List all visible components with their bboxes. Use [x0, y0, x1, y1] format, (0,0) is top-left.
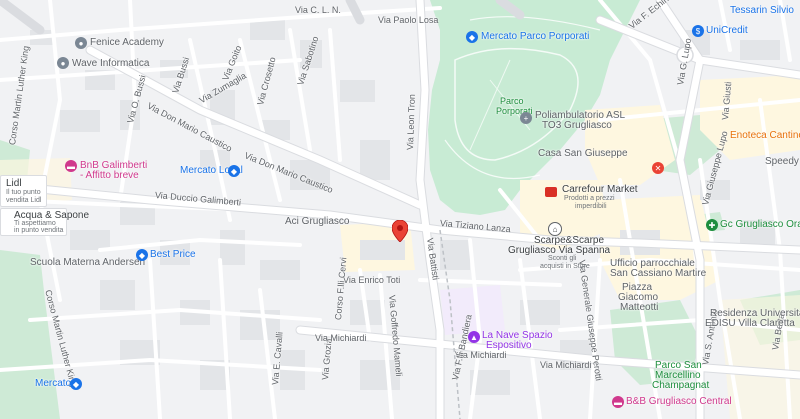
poi-unicredit[interactable]: UniCredit [706, 25, 748, 36]
street-label-leon-tron: Via Leon Tron [405, 93, 417, 151]
lidl-subtitle-2: vendita Lidl [6, 197, 42, 204]
poi-parco-marcellino-3[interactable]: Champagnat [652, 380, 709, 391]
poi-ufficio-2[interactable]: San Cassiano Martire [610, 268, 706, 279]
bed-icon[interactable]: ▬ [612, 396, 624, 408]
bank-icon[interactable]: $ [692, 25, 704, 37]
poi-tessarin[interactable]: Tessarin Silvio [730, 5, 794, 16]
carrefour-store-icon[interactable] [545, 187, 557, 197]
acqua-subtitle-2: in punto vendita [14, 227, 64, 234]
poi-poliambulatorio-2[interactable]: TO3 Grugliasco [542, 120, 612, 131]
poi-scuola-andersen[interactable]: Scuola Materna Andersen [30, 257, 145, 268]
poi-casa-san-giuseppe[interactable]: Casa San Giuseppe [538, 148, 628, 159]
cart-icon[interactable]: ◆ [228, 165, 240, 177]
street-label-michiardi-3: Via Michiardi [540, 360, 592, 370]
bed-icon[interactable]: ▬ [65, 160, 77, 172]
poi-mercato-bottom[interactable]: Mercato [35, 378, 71, 389]
museum-icon[interactable]: ▲ [468, 331, 480, 343]
shoe-store-icon[interactable]: ⌂ [548, 222, 562, 236]
street-label-enrico-toti: Via Enrico Toti [343, 275, 401, 285]
location-pin-icon[interactable] [392, 220, 408, 242]
poi-bnb-galimberti-2[interactable]: - Affitto breve [80, 170, 139, 181]
acqua-subtitle-1: Ti aspettiamo [14, 220, 56, 227]
scarpe-subtitle-1: Sconti gli [548, 255, 577, 262]
poi-wave-informatica[interactable]: Wave Informatica [72, 58, 149, 69]
scarpe-subtitle-2: acquisti in Store [540, 263, 590, 270]
street-label-via-cln: Via C. L. N. [295, 5, 341, 15]
restaurant-icon[interactable]: ✕ [652, 162, 664, 174]
poi-residenza-2[interactable]: EDISU Villa Claretta [705, 318, 795, 329]
street-label-michiardi-1: Via Michiardi [315, 333, 367, 343]
hospital-icon[interactable]: + [520, 112, 532, 124]
map-canvas[interactable]: Via C. L. N. Via Paolo Losa Via F. Echin… [0, 0, 800, 419]
street-label-via-paolo-losa: Via Paolo Losa [378, 15, 439, 25]
poi-gc-oratorio[interactable]: Gc Grugliasco Oratorio [720, 219, 800, 230]
poi-carrefour[interactable]: Carrefour Market [562, 184, 638, 195]
poi-speedy[interactable]: Speedy Bu [765, 156, 800, 167]
cart-icon[interactable]: ◆ [70, 378, 82, 390]
pin-icon[interactable]: ● [57, 57, 69, 69]
poi-bnb-central[interactable]: B&B Grugliasco Central [626, 396, 732, 407]
shopping-bag-icon[interactable]: ◆ [136, 249, 148, 261]
poi-lidl[interactable]: Lidl [6, 178, 22, 189]
shopping-bag-icon[interactable]: ◆ [466, 31, 478, 43]
carrefour-subtitle-2: imperdibili [575, 203, 607, 210]
poi-best-price[interactable]: Best Price [150, 249, 196, 260]
lidl-subtitle-1: Il tuo punto [6, 189, 41, 196]
poi-la-nave-2[interactable]: Espositivo [486, 340, 532, 351]
poi-enoteca[interactable]: Enoteca Cantine Vespa [730, 130, 800, 141]
poi-parco-porporati-1[interactable]: Parco [500, 96, 524, 106]
poi-fenice-academy[interactable]: Fenice Academy [90, 37, 164, 48]
carrefour-subtitle-1: Prodotti a prezzi [564, 195, 615, 202]
school-icon[interactable]: ● [75, 37, 87, 49]
poi-mercato-parco[interactable]: Mercato Parco Porporati [481, 31, 589, 42]
poi-aci-grugliasco[interactable]: Aci Grugliasco [285, 216, 349, 227]
church-icon[interactable]: ✚ [706, 219, 718, 231]
poi-piazza-3[interactable]: Matteotti [620, 302, 658, 313]
